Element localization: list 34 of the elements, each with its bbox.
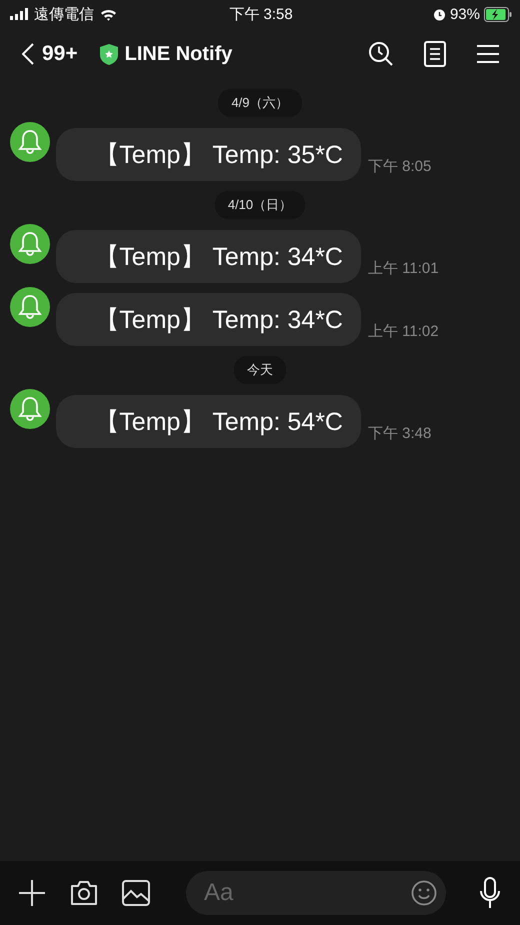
- message-time: 上午 11:01: [368, 259, 439, 278]
- chat-title: LINE Notify: [124, 42, 232, 66]
- bell-icon: [18, 231, 42, 257]
- date-label: 4/9（六）: [218, 89, 302, 117]
- message-time: 上午 11:02: [368, 322, 439, 341]
- plus-icon[interactable]: [18, 879, 46, 907]
- back-button[interactable]: 99+: [22, 42, 78, 66]
- bell-icon: [18, 294, 42, 320]
- message-bubble: 【Temp】 Temp: 34*C: [56, 293, 361, 346]
- message-bubble: 【Temp】 Temp: 35*C: [56, 128, 361, 181]
- message-time: 下午 8:05: [368, 157, 432, 176]
- wifi-icon: [100, 8, 117, 20]
- camera-icon[interactable]: [70, 880, 98, 906]
- carrier-name: 遠傳電信: [34, 4, 94, 24]
- message-time: 下午 3:48: [368, 424, 432, 443]
- search-icon[interactable]: [368, 41, 394, 67]
- note-icon[interactable]: [424, 41, 446, 67]
- message-input[interactable]: Aa: [186, 871, 446, 915]
- image-icon[interactable]: [122, 880, 150, 906]
- chevron-left-icon: [22, 43, 34, 65]
- bell-icon: [18, 396, 42, 422]
- signal-icon: [10, 8, 28, 20]
- clock-time: 下午 3:58: [229, 4, 293, 24]
- date-label: 4/10（日）: [214, 191, 306, 219]
- microphone-icon[interactable]: [478, 877, 502, 909]
- menu-icon[interactable]: [476, 44, 500, 64]
- bell-icon: [18, 129, 42, 155]
- date-label: 今天: [234, 356, 286, 384]
- alarm-icon: [432, 8, 446, 20]
- smiley-icon[interactable]: [411, 880, 437, 906]
- message-bubble: 【Temp】 Temp: 54*C: [56, 395, 361, 448]
- battery-percent: 93%: [450, 6, 480, 22]
- shield-icon: [100, 44, 118, 64]
- message-bubble: 【Temp】 Temp: 34*C: [56, 230, 361, 283]
